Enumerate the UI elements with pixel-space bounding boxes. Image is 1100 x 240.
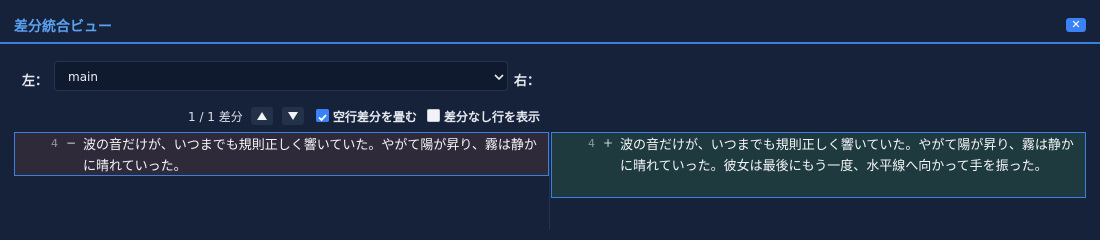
diff-counter: 1 / 1 差分 <box>188 110 243 124</box>
show-same-checkbox[interactable] <box>427 109 440 122</box>
pane-divider <box>549 132 550 230</box>
left-label: 左： <box>22 74 49 89</box>
collapse-blank-label[interactable]: 空行差分を畳む <box>333 108 417 125</box>
arrow-down-icon <box>288 112 298 120</box>
line-number: 4 <box>51 137 58 150</box>
show-same-label[interactable]: 差分なし行を表示 <box>444 108 540 125</box>
next-diff-button[interactable] <box>282 107 304 125</box>
arrow-up-icon <box>257 112 267 120</box>
collapse-blank-checkbox[interactable] <box>316 109 329 122</box>
right-label: 右： <box>514 74 541 89</box>
chevron-down-icon <box>494 74 504 81</box>
minus-icon: − <box>66 136 77 150</box>
plus-icon: + <box>603 136 614 150</box>
prev-diff-button[interactable] <box>251 107 273 125</box>
removed-line: 4 − 波の音だけが、いつまでも規則正しく響いていた。やがて陽が昇り、霧は静かに… <box>14 132 549 176</box>
line-number: 4 <box>588 137 595 150</box>
added-line: 4 + 波の音だけが、いつまでも規則正しく響いていた。やがて陽が昇り、霧は静かに… <box>551 132 1086 198</box>
close-button[interactable]: ✕ <box>1066 18 1086 32</box>
left-branch-select[interactable]: main <box>54 61 508 91</box>
added-line-text: 波の音だけが、いつまでも規則正しく響いていた。やがて陽が昇り、霧は静かに晴れてい… <box>620 138 1074 174</box>
dialog-header: 差分統合ビュー ✕ <box>0 0 1100 44</box>
removed-line-text: 波の音だけが、いつまでも規則正しく響いていた。やがて陽が昇り、霧は静かに晴れてい… <box>83 138 537 174</box>
dialog-title: 差分統合ビュー <box>14 19 112 35</box>
checkmark-icon <box>318 114 327 122</box>
close-icon: ✕ <box>1071 18 1081 31</box>
line-gutter: 4 + <box>552 133 614 197</box>
left-branch-value: main <box>68 70 98 84</box>
line-gutter: 4 − <box>15 133 77 175</box>
